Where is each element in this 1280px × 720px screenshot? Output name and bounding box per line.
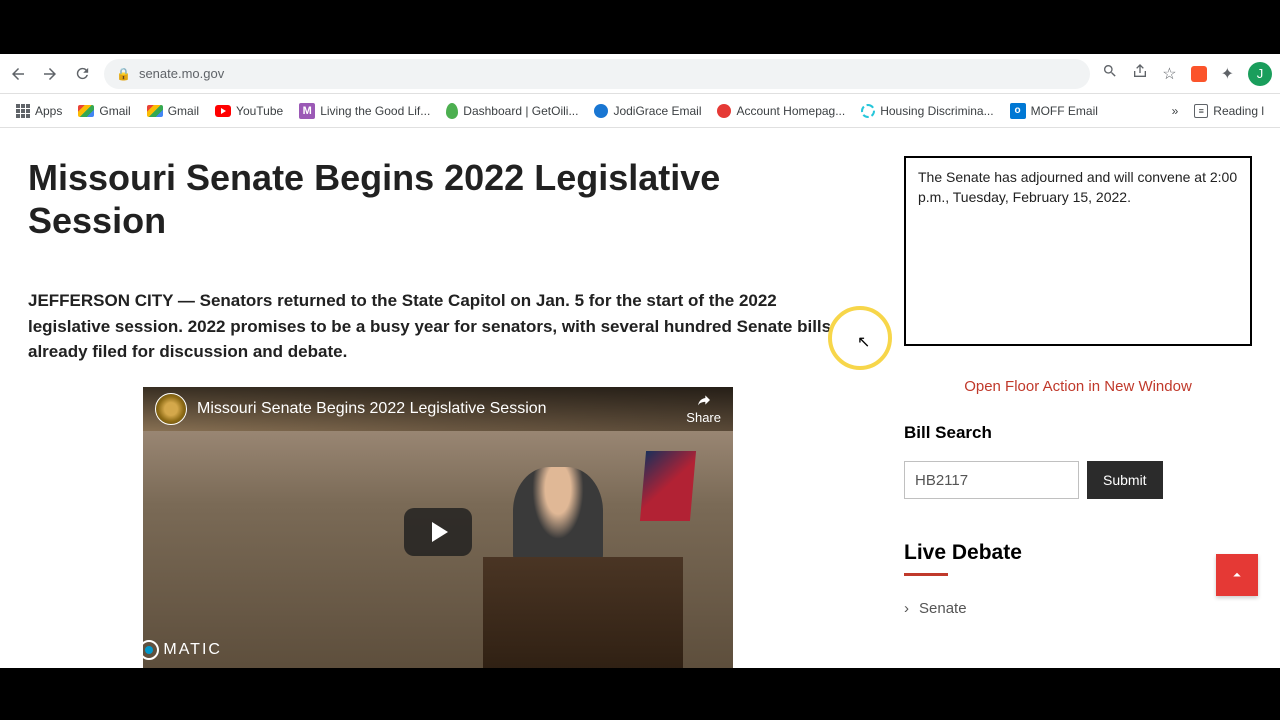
gmail-icon <box>78 105 94 117</box>
bookmark-gmail-1[interactable]: Gmail <box>72 100 136 122</box>
bookmark-youtube[interactable]: YouTube <box>209 100 289 122</box>
browser-toolbar: 🔒 senate.mo.gov ☆ ✦ J <box>0 54 1280 94</box>
bookmark-dashboard[interactable]: Dashboard | GetOili... <box>440 99 584 123</box>
letterbox-bottom <box>0 668 1280 720</box>
circle-icon <box>861 104 875 118</box>
address-bar[interactable]: 🔒 senate.mo.gov <box>104 59 1090 89</box>
chevron-right-icon: › <box>904 600 909 617</box>
bookmarks-bar: Apps Gmail Gmail YouTube MLiving the Goo… <box>0 94 1280 128</box>
bookmark-housing[interactable]: Housing Discrimina... <box>855 100 999 122</box>
zoom-icon[interactable] <box>1102 63 1118 84</box>
video-channel-logo[interactable] <box>155 393 187 425</box>
youtube-icon <box>215 105 231 117</box>
bookmark-star-icon[interactable]: ☆ <box>1162 64 1176 84</box>
reload-button[interactable] <box>72 64 92 84</box>
letterbox-top <box>0 0 1280 54</box>
apps-icon <box>16 104 30 118</box>
url-text: senate.mo.gov <box>139 66 224 81</box>
video-title[interactable]: Missouri Senate Begins 2022 Legislative … <box>197 400 676 418</box>
bookmark-account[interactable]: Account Homepag... <box>711 100 851 122</box>
browser-window: 🔒 senate.mo.gov ☆ ✦ J Apps Gmail Gmail Y… <box>0 54 1280 668</box>
circle-icon <box>594 104 608 118</box>
drop-icon <box>446 103 458 119</box>
video-player[interactable]: Missouri Senate Begins 2022 Legislative … <box>143 387 733 668</box>
podium-graphic <box>483 557 683 668</box>
article-headline: Missouri Senate Begins 2022 Legislative … <box>28 156 854 242</box>
bill-search-form: Submit <box>904 461 1252 499</box>
screencast-watermark: RECORDED WITH SCREENCAST MATIC <box>6 622 222 663</box>
outlook-icon: o <box>1010 103 1026 119</box>
bookmark-gmail-2[interactable]: Gmail <box>141 100 205 122</box>
apps-button[interactable]: Apps <box>10 100 68 122</box>
reading-icon: ≡ <box>1194 104 1208 118</box>
brave-icon[interactable] <box>1191 66 1207 82</box>
bill-search-heading: Bill Search <box>904 423 1252 443</box>
share-icon[interactable] <box>1132 63 1148 84</box>
reading-list-button[interactable]: ≡Reading l <box>1188 100 1270 122</box>
page-content: Missouri Senate Begins 2022 Legislative … <box>0 128 1280 668</box>
back-button[interactable] <box>8 64 28 84</box>
debate-item-senate[interactable]: › Senate <box>904 600 1252 617</box>
bookmark-living[interactable]: MLiving the Good Lif... <box>293 99 436 123</box>
chevron-up-icon <box>1228 566 1246 584</box>
scroll-to-top-button[interactable] <box>1216 554 1258 596</box>
m-icon: M <box>299 103 315 119</box>
open-floor-action-link[interactable]: Open Floor Action in New Window <box>904 378 1252 395</box>
play-icon <box>432 522 448 542</box>
live-debate-heading: Live Debate <box>904 541 1252 565</box>
watermark-logo-icon <box>139 640 159 660</box>
video-header: Missouri Senate Begins 2022 Legislative … <box>143 387 733 431</box>
lock-icon: 🔒 <box>116 67 131 81</box>
bill-search-input[interactable] <box>904 461 1079 499</box>
submit-button[interactable]: Submit <box>1087 461 1163 499</box>
profile-avatar[interactable]: J <box>1248 62 1272 86</box>
video-share-button[interactable]: Share <box>686 392 721 425</box>
share-arrow-icon <box>694 392 714 408</box>
toolbar-actions: ☆ ✦ J <box>1102 62 1272 86</box>
article-lede: JEFFERSON CITY — Senators returned to th… <box>28 288 854 365</box>
circle-icon <box>717 104 731 118</box>
bookmark-overflow[interactable]: » <box>1166 100 1185 122</box>
gmail-icon <box>147 105 163 117</box>
sidebar: The Senate has adjourned and will conven… <box>904 156 1252 668</box>
adjournment-notice: The Senate has adjourned and will conven… <box>904 156 1252 346</box>
bookmark-moff[interactable]: oMOFF Email <box>1004 99 1104 123</box>
play-button[interactable] <box>404 508 472 556</box>
extensions-icon[interactable]: ✦ <box>1221 64 1234 84</box>
bookmark-jodigrace[interactable]: JodiGrace Email <box>588 100 707 122</box>
heading-underline <box>904 573 948 576</box>
flag-graphic <box>640 451 696 521</box>
main-column: Missouri Senate Begins 2022 Legislative … <box>28 156 854 668</box>
forward-button[interactable] <box>40 64 60 84</box>
